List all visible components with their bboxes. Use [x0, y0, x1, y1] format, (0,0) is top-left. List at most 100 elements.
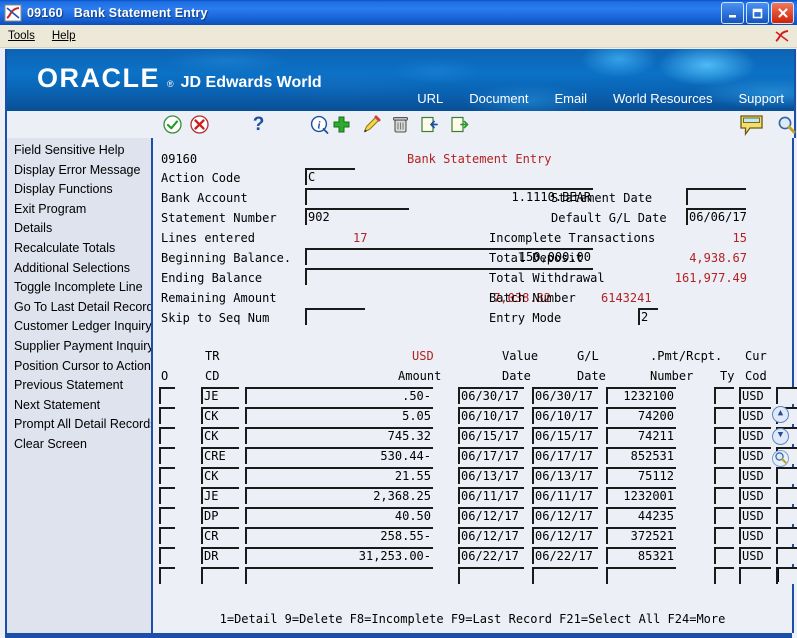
tr-cd-field[interactable]: CK: [201, 467, 239, 484]
maximize-button[interactable]: [746, 2, 769, 24]
ty-field[interactable]: [714, 387, 734, 404]
value-date-field[interactable]: 06/30/17: [458, 387, 524, 404]
foreign-amount-field[interactable]: [776, 387, 797, 404]
gl-date-field[interactable]: 06/10/17: [532, 407, 598, 424]
gl-date-field[interactable]: 06/12/17: [532, 527, 598, 544]
foreign-amount-field[interactable]: [776, 507, 797, 524]
number-field[interactable]: 74200: [606, 407, 676, 424]
delete-trash-icon[interactable]: [390, 114, 411, 135]
tr-cd-field[interactable]: JE: [201, 387, 239, 404]
gl-date-field[interactable]: 06/15/17: [532, 427, 598, 444]
bank-account-field[interactable]: 1.1110.BEAR: [305, 188, 593, 205]
row-select-field[interactable]: [159, 467, 175, 484]
row-select-field[interactable]: [159, 407, 175, 424]
amount-field[interactable]: 745.32: [245, 427, 433, 444]
number-field[interactable]: 44235: [606, 507, 676, 524]
entry-mode-field[interactable]: 2: [638, 308, 658, 325]
amount-field[interactable]: 530.44-: [245, 447, 433, 464]
minimize-button[interactable]: [721, 2, 744, 24]
tr-cd-field[interactable]: CK: [201, 407, 239, 424]
statement-date-field[interactable]: [686, 188, 746, 205]
number-field[interactable]: 1232001: [606, 487, 676, 504]
amount-field[interactable]: [245, 567, 433, 584]
banner-link-world-resources[interactable]: World Resources: [613, 91, 712, 106]
scroll-up-icon[interactable]: ▲: [772, 406, 789, 423]
grid-search-icon[interactable]: [772, 450, 789, 467]
foreign-amount-field[interactable]: [776, 567, 797, 584]
sidebar-item-prompt-all-detail-records[interactable]: Prompt All Detail Records: [10, 415, 155, 435]
foreign-amount-field[interactable]: [776, 487, 797, 504]
tr-cd-field[interactable]: JE: [201, 487, 239, 504]
amount-field[interactable]: 40.50: [245, 507, 433, 524]
gl-date-field[interactable]: 06/22/17: [532, 547, 598, 564]
banner-link-support[interactable]: Support: [738, 91, 784, 106]
default-gl-date-field[interactable]: 06/06/17: [686, 208, 746, 225]
search-magnifier-icon[interactable]: [776, 114, 797, 135]
sidebar-item-previous-statement[interactable]: Previous Statement: [10, 376, 155, 396]
ty-field[interactable]: [714, 407, 734, 424]
number-field[interactable]: 852531: [606, 447, 676, 464]
cur-cod-field[interactable]: USD: [739, 547, 771, 564]
tr-cd-field[interactable]: [201, 567, 239, 584]
ty-field[interactable]: [714, 507, 734, 524]
gl-date-field[interactable]: [532, 567, 598, 584]
banner-link-email[interactable]: Email: [554, 91, 587, 106]
number-field[interactable]: 372521: [606, 527, 676, 544]
cur-cod-field[interactable]: USD: [739, 487, 771, 504]
sidebar-item-clear-screen[interactable]: Clear Screen: [10, 435, 155, 455]
tr-cd-field[interactable]: CRE: [201, 447, 239, 464]
cur-cod-field[interactable]: USD: [739, 387, 771, 404]
number-field[interactable]: [606, 567, 676, 584]
number-field[interactable]: 75112: [606, 467, 676, 484]
amount-field[interactable]: 5.05: [245, 407, 433, 424]
add-plus-icon[interactable]: [331, 114, 352, 135]
value-date-field[interactable]: 06/10/17: [458, 407, 524, 424]
number-field[interactable]: 1232100: [606, 387, 676, 404]
cur-cod-field[interactable]: USD: [739, 447, 771, 464]
row-select-field[interactable]: [159, 527, 175, 544]
cur-cod-field[interactable]: USD: [739, 467, 771, 484]
gl-date-field[interactable]: 06/17/17: [532, 447, 598, 464]
ty-field[interactable]: [714, 447, 734, 464]
value-date-field[interactable]: 06/12/17: [458, 527, 524, 544]
tr-cd-field[interactable]: DP: [201, 507, 239, 524]
gl-date-field[interactable]: 06/12/17: [532, 507, 598, 524]
tr-cd-field[interactable]: DR: [201, 547, 239, 564]
foreign-amount-field[interactable]: [776, 527, 797, 544]
value-date-field[interactable]: 06/11/17: [458, 487, 524, 504]
row-select-field[interactable]: [159, 507, 175, 524]
sidebar-item-next-statement[interactable]: Next Statement: [10, 396, 155, 416]
row-select-field[interactable]: [159, 567, 175, 584]
value-date-field[interactable]: [458, 567, 524, 584]
row-select-field[interactable]: [159, 447, 175, 464]
gl-date-field[interactable]: 06/11/17: [532, 487, 598, 504]
cur-cod-field[interactable]: USD: [739, 427, 771, 444]
amount-field[interactable]: .50-: [245, 387, 433, 404]
menu-item-tools[interactable]: Tools: [0, 28, 44, 44]
cur-cod-field[interactable]: USD: [739, 407, 771, 424]
cur-cod-field[interactable]: USD: [739, 507, 771, 524]
gl-date-field[interactable]: 06/13/17: [532, 467, 598, 484]
scroll-down-icon[interactable]: ▼: [772, 428, 789, 445]
ok-check-icon[interactable]: [162, 114, 183, 135]
ty-field[interactable]: [714, 547, 734, 564]
info-icon[interactable]: i: [309, 114, 330, 135]
cur-cod-field[interactable]: USD: [739, 527, 771, 544]
sidebar-item-field-sensitive-help[interactable]: Field Sensitive Help: [10, 141, 155, 161]
ty-field[interactable]: [714, 527, 734, 544]
menu-item-help[interactable]: Help: [44, 28, 85, 44]
ty-field[interactable]: [714, 427, 734, 444]
sidebar-item-details[interactable]: Details: [10, 219, 155, 239]
skip-to-seq-num-field[interactable]: [305, 308, 365, 325]
value-date-field[interactable]: 06/17/17: [458, 447, 524, 464]
tr-cd-field[interactable]: CR: [201, 527, 239, 544]
cur-cod-field[interactable]: [739, 567, 771, 584]
value-date-field[interactable]: 06/15/17: [458, 427, 524, 444]
ty-field[interactable]: [714, 467, 734, 484]
sidebar-item-position-cursor-to-action[interactable]: Position Cursor to Action: [10, 357, 155, 377]
banner-link-document[interactable]: Document: [469, 91, 528, 106]
sidebar-item-customer-ledger-inquiry[interactable]: Customer Ledger Inquiry: [10, 317, 155, 337]
row-select-field[interactable]: [159, 427, 175, 444]
amount-field[interactable]: 2,368.25: [245, 487, 433, 504]
ty-field[interactable]: [714, 567, 734, 584]
